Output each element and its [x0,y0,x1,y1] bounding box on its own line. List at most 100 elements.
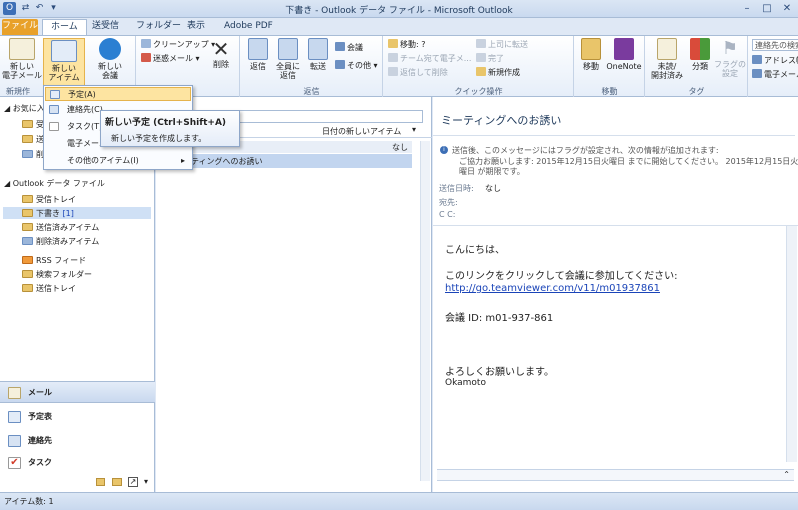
list-scrollbar[interactable] [420,141,430,481]
body-scrollbar[interactable] [786,226,797,462]
menu-item-appointment[interactable]: 予定(A) [45,87,191,101]
tab-send-receive[interactable]: 送受信 [84,19,127,35]
folder-search[interactable]: 検索フォルダー [22,269,92,280]
contacts-icon [8,435,21,447]
qs-move-button[interactable]: 移動: ? [388,39,425,51]
fav-item[interactable]: 受 [22,119,44,130]
list-item[interactable]: ティングへのお誘い [156,154,412,168]
move-folder-icon [581,38,601,60]
new-items-button[interactable]: 新しい アイテム [43,38,85,88]
qs-reply-delete-button[interactable]: 返信して削除 [388,67,448,79]
cleanup-label: クリーンアップ [153,40,209,49]
search-folder-icon [22,270,33,278]
meeting-button[interactable]: 会議 [335,42,363,54]
qs-done-button[interactable]: 完了 [476,53,504,65]
qs-new-button[interactable]: 新規作成 [476,67,520,79]
onenote-button[interactable]: OneNote [605,38,643,71]
folder-deleted[interactable]: 削除済みアイテム [22,236,99,247]
move-button[interactable]: 移動 [578,38,604,71]
rss-icon [22,256,33,264]
qs-new-label: 新規作成 [488,68,520,77]
tab-file[interactable]: ファイル [2,19,38,35]
info-bar[interactable]: i 送信後、このメッセージにはフラグが設定され、次の情報が追加されます: ご協力… [433,135,798,179]
configure-buttons-icon[interactable]: ▾ [144,477,148,486]
message-body: こんにちは、 このリンクをクリックして会議に参加してください: http://g… [433,225,798,465]
fav-item[interactable]: 送 [22,134,44,145]
expand-chevron-icon[interactable]: ⌃ [783,470,790,479]
qs-reply-delete-label: 返信して削除 [400,68,448,77]
menu-item-label: その他のアイテム(I) [67,156,139,165]
contact-icon [49,105,59,114]
close-button[interactable]: ✕ [778,1,796,16]
folder-outbox[interactable]: 送信トレイ [22,283,76,294]
tab-adobe-pdf[interactable]: Adobe PDF [216,19,281,35]
appointment-tooltip: 新しい予定 (Ctrl+Shift+A) 新しい予定を作成します。 [100,110,240,147]
group-quick-steps-label: クイック操作 [454,87,503,96]
folder-icon [22,120,33,128]
group-find: 連絡先の検索 アドレス帳 電子メール [749,36,798,97]
junk-label: 迷惑メール [153,54,193,63]
nav-calendar-label: 予定表 [28,412,52,421]
reply-button[interactable]: 返信 [245,38,271,71]
group-move: 移動 OneNote 移動 [575,36,645,97]
new-email-button[interactable]: 新しい 電子メール [2,38,42,80]
data-file-label: Outlook データ ファイル [12,179,105,188]
categorize-button[interactable]: 分類 [688,38,712,71]
nav-calendar-button[interactable]: 予定表 [0,406,155,428]
qs-manager-button[interactable]: 上司に転送 [476,39,528,51]
folder-label: 下書き [36,209,60,218]
data-file-header[interactable]: ◢ Outlook データ ファイル [4,178,105,189]
fav-item[interactable]: 削 [22,149,44,160]
meeting-link[interactable]: http://go.teamviewer.com/v11/m01937861 [445,283,660,294]
filter-email-label: 電子メール [764,70,798,79]
qs-done-label: 完了 [488,54,504,63]
tab-home[interactable]: ホーム [42,19,87,35]
trash-icon [22,237,33,245]
folder-rss[interactable]: RSS フィード [22,255,86,266]
folder-inbox[interactable]: 受信トレイ [22,194,76,205]
address-book-button[interactable]: アドレス帳 [752,55,798,67]
new-email-label: 新しい 電子メール [2,62,42,80]
more-respond-button[interactable]: その他 ▾ [335,60,378,72]
new-meeting-label: 新しい 会議 [98,62,122,80]
shortcuts-icon[interactable]: ↗ [128,477,138,487]
forward-button[interactable]: 転送 [305,38,331,71]
delete-x-icon: ✕ [212,37,230,61]
body-signature: Okamoto [445,378,486,388]
junk-button[interactable]: 迷惑メール ▾ [141,53,200,65]
minimize-button[interactable]: – [738,1,756,16]
reply-all-icon [278,38,298,60]
submenu-arrow-icon: ▸ [180,156,185,165]
reply-all-button[interactable]: 全員に 返信 [273,38,303,80]
tab-view[interactable]: 表示 [179,19,213,35]
folder-icon [22,135,33,143]
notes-icon[interactable] [96,478,105,486]
folder-drafts[interactable]: 下書き [1] [22,208,74,219]
group-label: なし [392,143,408,152]
mail-icon [8,387,21,399]
folder-list-icon[interactable] [112,478,122,486]
qs-manager-icon [476,39,486,48]
nav-mail-button[interactable]: メール [0,381,155,403]
find-contact-input[interactable]: 連絡先の検索 [752,39,798,51]
menu-item-more[interactable]: その他のアイテム(I) ▸ [45,154,191,168]
followup-button[interactable]: ⚑ フラグの 設定 [714,38,746,78]
people-pane-bar[interactable]: ⌃ [437,469,794,481]
cleanup-button[interactable]: クリーンアップ ▾ [141,39,215,51]
folder-sent[interactable]: 送信済みアイテム [22,222,99,233]
window-title: 下書き - Outlook データ ファイル - Microsoft Outlo… [285,6,513,16]
body-instruction: このリンクをクリックして会議に参加してください: [445,271,678,282]
teamviewer-icon [99,38,121,60]
nav-tasks-button[interactable]: ✔ タスク [0,452,155,474]
unread-read-button[interactable]: 未読/ 開封済み [648,38,686,80]
filter-email-button[interactable]: 電子メール [752,69,798,81]
qs-team-button[interactable]: チーム宛て電子メ... [388,53,471,65]
arrange-by-label[interactable]: 日付の新しいアイテム [322,126,401,137]
sort-chevron-icon[interactable]: ▾ [412,125,416,134]
nav-contacts-button[interactable]: 連絡先 [0,430,155,452]
lightning-icon [476,67,486,76]
new-meeting-button[interactable]: 新しい 会議 [88,38,132,80]
delete-button[interactable]: ✕ 削除 [207,38,235,69]
maximize-button[interactable]: □ [758,1,776,16]
nav-contacts-label: 連絡先 [28,436,52,445]
